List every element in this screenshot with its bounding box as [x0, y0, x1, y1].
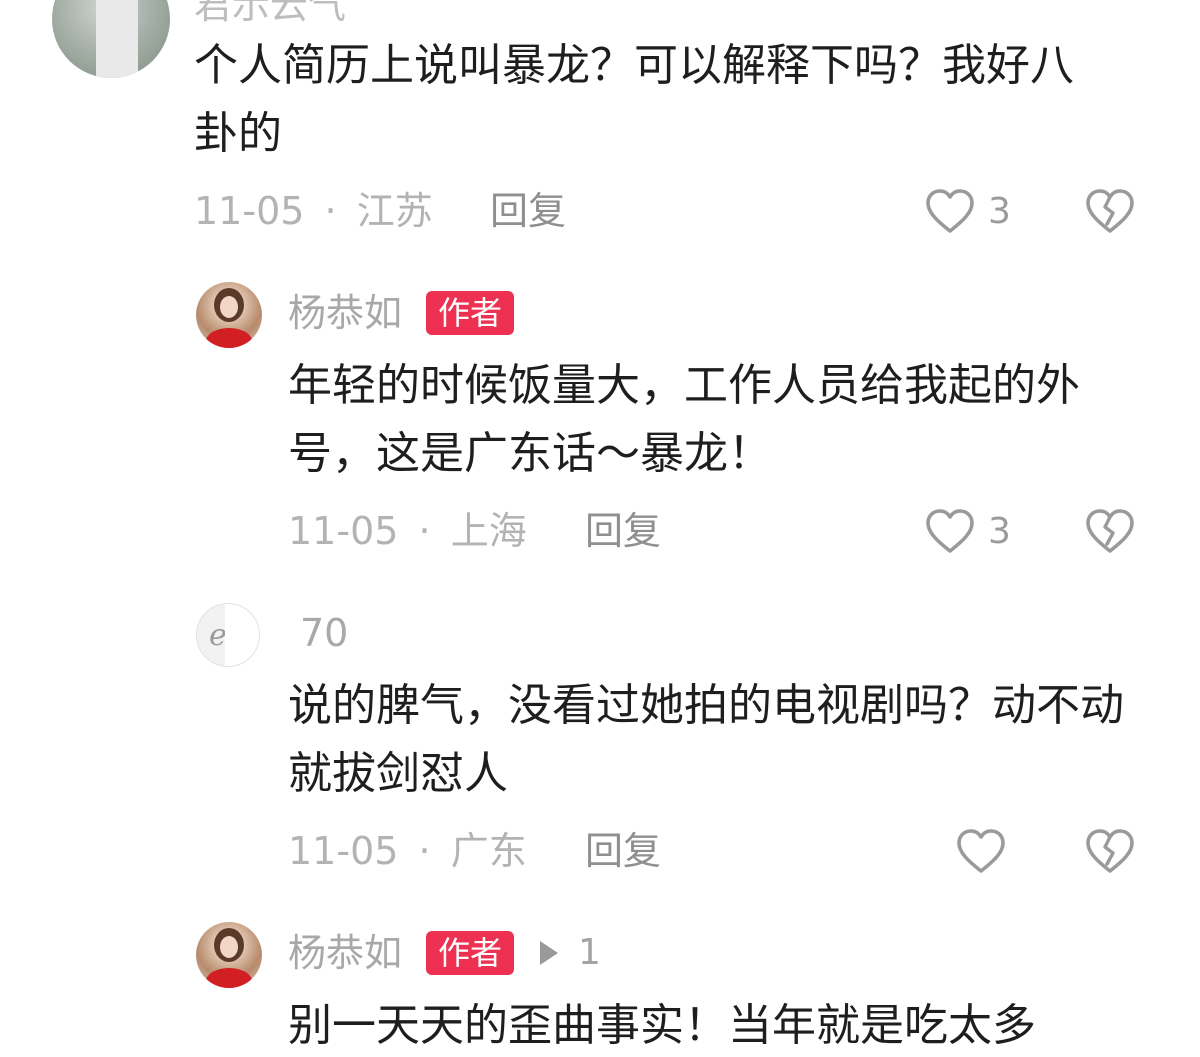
comment-username[interactable]: 杨恭如 [288, 290, 402, 336]
play-arrow-icon [540, 941, 558, 965]
reply-button[interactable]: 回复 [585, 828, 661, 874]
heart-outline-icon[interactable] [955, 826, 1007, 878]
comment-location: 广东 [450, 829, 527, 873]
broken-heart-icon[interactable] [1084, 826, 1136, 878]
meta-separator: · [418, 829, 431, 873]
avatar-dress [206, 968, 252, 988]
broken-heart-icon[interactable] [1084, 186, 1136, 238]
reply-to-count: 1 [578, 932, 601, 973]
author-avatar[interactable] [196, 282, 262, 348]
comment-date: 11-05 [288, 509, 399, 553]
comment-location: 上海 [450, 509, 527, 553]
reply-button[interactable]: 回复 [490, 188, 566, 234]
comment-text: 别一天天的歪曲事实！当年就是吃太多 [288, 1000, 1036, 1051]
avatar-mask [96, 0, 138, 78]
broken-heart-icon[interactable] [1084, 506, 1136, 558]
comment-text: 个人简历上说叫暴龙？可以解释下吗？我好八卦的 [194, 40, 1074, 159]
comment-username[interactable]: 杨恭如 [288, 930, 402, 976]
reply-button[interactable]: 回复 [585, 508, 661, 554]
comment-meta: 11-05 · 江苏 [194, 188, 433, 234]
comment-username[interactable]: 70 [300, 610, 348, 656]
avatar-face [220, 296, 238, 318]
meta-separator: · [418, 509, 431, 553]
like-count: 3 [988, 191, 1011, 232]
comment-date: 11-05 [194, 189, 305, 233]
comment-date: 11-05 [288, 829, 399, 873]
user-avatar[interactable] [52, 0, 170, 78]
avatar-dress [206, 328, 252, 348]
comment-meta: 11-05 · 广东 [288, 828, 527, 874]
meta-separator: · [324, 189, 337, 233]
comment-username[interactable]: 君示云气 [194, 0, 346, 28]
author-badge: 作者 [426, 291, 515, 335]
comment-text: 年轻的时候饭量大，工作人员给我起的外号，这是广东话～暴龙！ [288, 360, 1080, 479]
comment-location: 江苏 [356, 189, 433, 233]
avatar-face [220, 936, 238, 958]
like-count: 3 [988, 511, 1011, 552]
author-badge: 作者 [426, 931, 515, 975]
comment-thread: 君示云气 个人简历上说叫暴龙？可以解释下吗？我好八卦的 11-05 · 江苏 回… [0, 0, 1200, 1057]
heart-outline-icon[interactable] [924, 506, 976, 558]
comment-text: 说的脾气，没看过她拍的电视剧吗？动不动就拔剑怼人 [288, 680, 1124, 799]
avatar-mask [225, 604, 259, 666]
user-avatar[interactable]: ℯ [196, 603, 260, 667]
comment-meta: 11-05 · 上海 [288, 508, 527, 554]
author-avatar[interactable] [196, 922, 262, 988]
heart-outline-icon[interactable] [924, 186, 976, 238]
